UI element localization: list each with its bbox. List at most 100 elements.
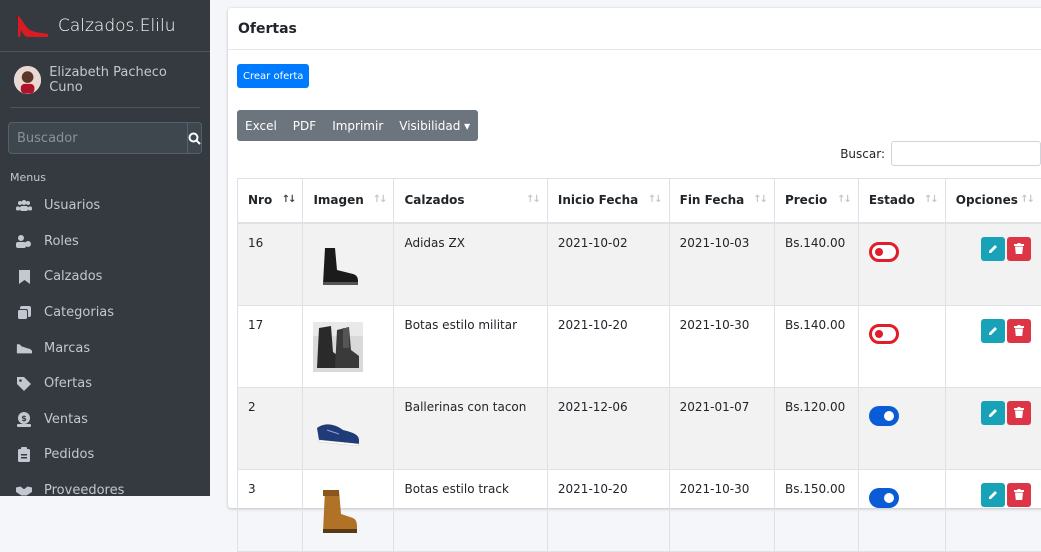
sidebar-item-label: Calzados — [44, 269, 102, 284]
edit-button[interactable] — [981, 483, 1005, 507]
delete-button[interactable] — [1007, 237, 1031, 261]
cell-precio: Bs.120.00 — [774, 387, 858, 469]
cell-inicio: 2021-10-20 — [547, 469, 669, 551]
users-icon — [16, 198, 32, 214]
brand-name: Calzados.Elilu — [58, 16, 176, 36]
sidebar-item-categorias[interactable]: Categorias — [0, 295, 210, 331]
delete-button[interactable] — [1007, 483, 1031, 507]
sort-icon: ↑↓ — [924, 194, 937, 205]
status-toggle[interactable] — [869, 324, 899, 344]
caret-down-icon: ▾ — [464, 119, 470, 133]
trash-icon — [1014, 489, 1024, 500]
ofertas-card: Ofertas Crear oferta Excel PDF Imprimir … — [228, 8, 1041, 508]
col-label: Precio — [785, 193, 827, 207]
col-estado[interactable]: Estado↑↓ — [858, 179, 945, 223]
sidebar-item-roles[interactable]: Roles — [0, 224, 210, 260]
sidebar-item-label: Roles — [44, 234, 79, 249]
user-panel[interactable]: Elizabeth Pacheco Cuno — [10, 52, 200, 108]
col-fin-fecha[interactable]: Fin Fecha↑↓ — [669, 179, 774, 223]
status-toggle[interactable] — [869, 488, 899, 508]
cell-estado — [858, 223, 945, 306]
pencil-icon — [988, 244, 998, 254]
sidebar-item-marcas[interactable]: Marcas — [0, 330, 210, 366]
col-calzados[interactable]: Calzados↑↓ — [394, 179, 547, 223]
edit-button[interactable] — [981, 319, 1005, 343]
cell-imagen — [303, 469, 394, 551]
sort-icon: ↑↓ — [373, 194, 386, 205]
pencil-icon — [988, 490, 998, 500]
sidebar-item-ventas[interactable]: $ Ventas — [0, 402, 210, 438]
page-title: Ofertas — [238, 21, 297, 37]
sidebar-item-usuarios[interactable]: Usuarios — [0, 188, 210, 224]
sort-icon: ↑↓ — [648, 194, 661, 205]
sidebar-item-label: Ventas — [44, 412, 88, 427]
visibility-label: Visibilidad — [399, 119, 460, 133]
cell-nro: 16 — [238, 223, 303, 306]
user-avatar-icon — [14, 66, 41, 94]
edit-button[interactable] — [981, 401, 1005, 425]
cell-calzado: Botas estilo militar — [394, 305, 547, 387]
pdf-button[interactable]: PDF — [285, 110, 324, 141]
sidebar-item-proveedores[interactable]: Proveedores — [0, 473, 210, 496]
money-icon: $ — [16, 411, 32, 427]
sidebar-search-input[interactable] — [9, 123, 187, 153]
cell-inicio: 2021-10-02 — [547, 223, 669, 306]
sidebar-item-label: Ofertas — [44, 376, 92, 391]
status-toggle[interactable] — [869, 242, 899, 262]
cell-nro: 17 — [238, 305, 303, 387]
cell-estado — [858, 387, 945, 469]
cell-opciones — [945, 305, 1041, 387]
sidebar-item-calzados[interactable]: Calzados — [0, 259, 210, 295]
cell-precio: Bs.150.00 — [774, 469, 858, 551]
delete-button[interactable] — [1007, 319, 1031, 343]
svg-text:$: $ — [21, 414, 27, 423]
tag-icon — [16, 376, 32, 392]
search-icon — [188, 132, 201, 145]
table-row: 3 Botas estilo track 2021-10-20 2021-10-… — [238, 469, 1041, 551]
cell-inicio: 2021-10-20 — [547, 305, 669, 387]
create-offer-button[interactable]: Crear oferta — [237, 64, 309, 88]
pencil-icon — [988, 326, 998, 336]
col-imagen[interactable]: Imagen↑↓ — [303, 179, 394, 223]
sidebar-item-pedidos[interactable]: Pedidos — [0, 437, 210, 473]
col-precio[interactable]: Precio↑↓ — [774, 179, 858, 223]
excel-button[interactable]: Excel — [237, 110, 285, 141]
pencil-icon — [988, 408, 998, 418]
sidebar-item-label: Proveedores — [44, 483, 124, 496]
search-button[interactable] — [187, 123, 201, 153]
delete-button[interactable] — [1007, 401, 1031, 425]
col-opciones[interactable]: Opciones↑↓ — [945, 179, 1041, 223]
trash-icon — [1014, 325, 1024, 336]
trash-icon — [1014, 407, 1024, 418]
cell-nro: 3 — [238, 469, 303, 551]
cell-nro: 2 — [238, 387, 303, 469]
col-label: Nro — [248, 193, 272, 207]
brand-link[interactable]: Calzados.Elilu — [0, 0, 210, 52]
track-boot-image — [313, 486, 363, 536]
sidebar-search — [8, 122, 202, 154]
cell-inicio: 2021-12-06 — [547, 387, 669, 469]
status-toggle[interactable] — [869, 406, 899, 426]
col-inicio-fecha[interactable]: Inicio Fecha ↑↓ — [547, 179, 669, 223]
col-label: Inicio Fecha — [558, 193, 638, 207]
col-label: Calzados — [404, 193, 464, 207]
edit-button[interactable] — [981, 237, 1005, 261]
cell-calzado: Adidas ZX — [394, 223, 547, 306]
sidebar-item-ofertas[interactable]: Ofertas — [0, 366, 210, 402]
user-name[interactable]: Elizabeth Pacheco Cuno — [49, 65, 200, 95]
filter-input[interactable] — [891, 141, 1041, 166]
boot-image — [313, 240, 363, 290]
print-button[interactable]: Imprimir — [324, 110, 391, 141]
sort-asc-icon: ↑↓ — [282, 194, 295, 205]
visibility-button[interactable]: Visibilidad ▾ — [391, 110, 478, 141]
cell-opciones — [945, 387, 1041, 469]
high-heel-logo-icon — [14, 12, 50, 40]
menu-header: Menus — [0, 154, 210, 188]
col-nro[interactable]: Nro ↑↓ — [238, 179, 303, 223]
sidebar-item-label: Marcas — [44, 341, 90, 356]
sidebar-nav: Usuarios Roles Calzados Categorias Marca… — [0, 188, 210, 496]
cell-imagen — [303, 223, 394, 306]
filter-label: Buscar: — [840, 147, 885, 161]
cell-fin: 2021-10-30 — [669, 305, 774, 387]
cell-opciones — [945, 469, 1041, 551]
